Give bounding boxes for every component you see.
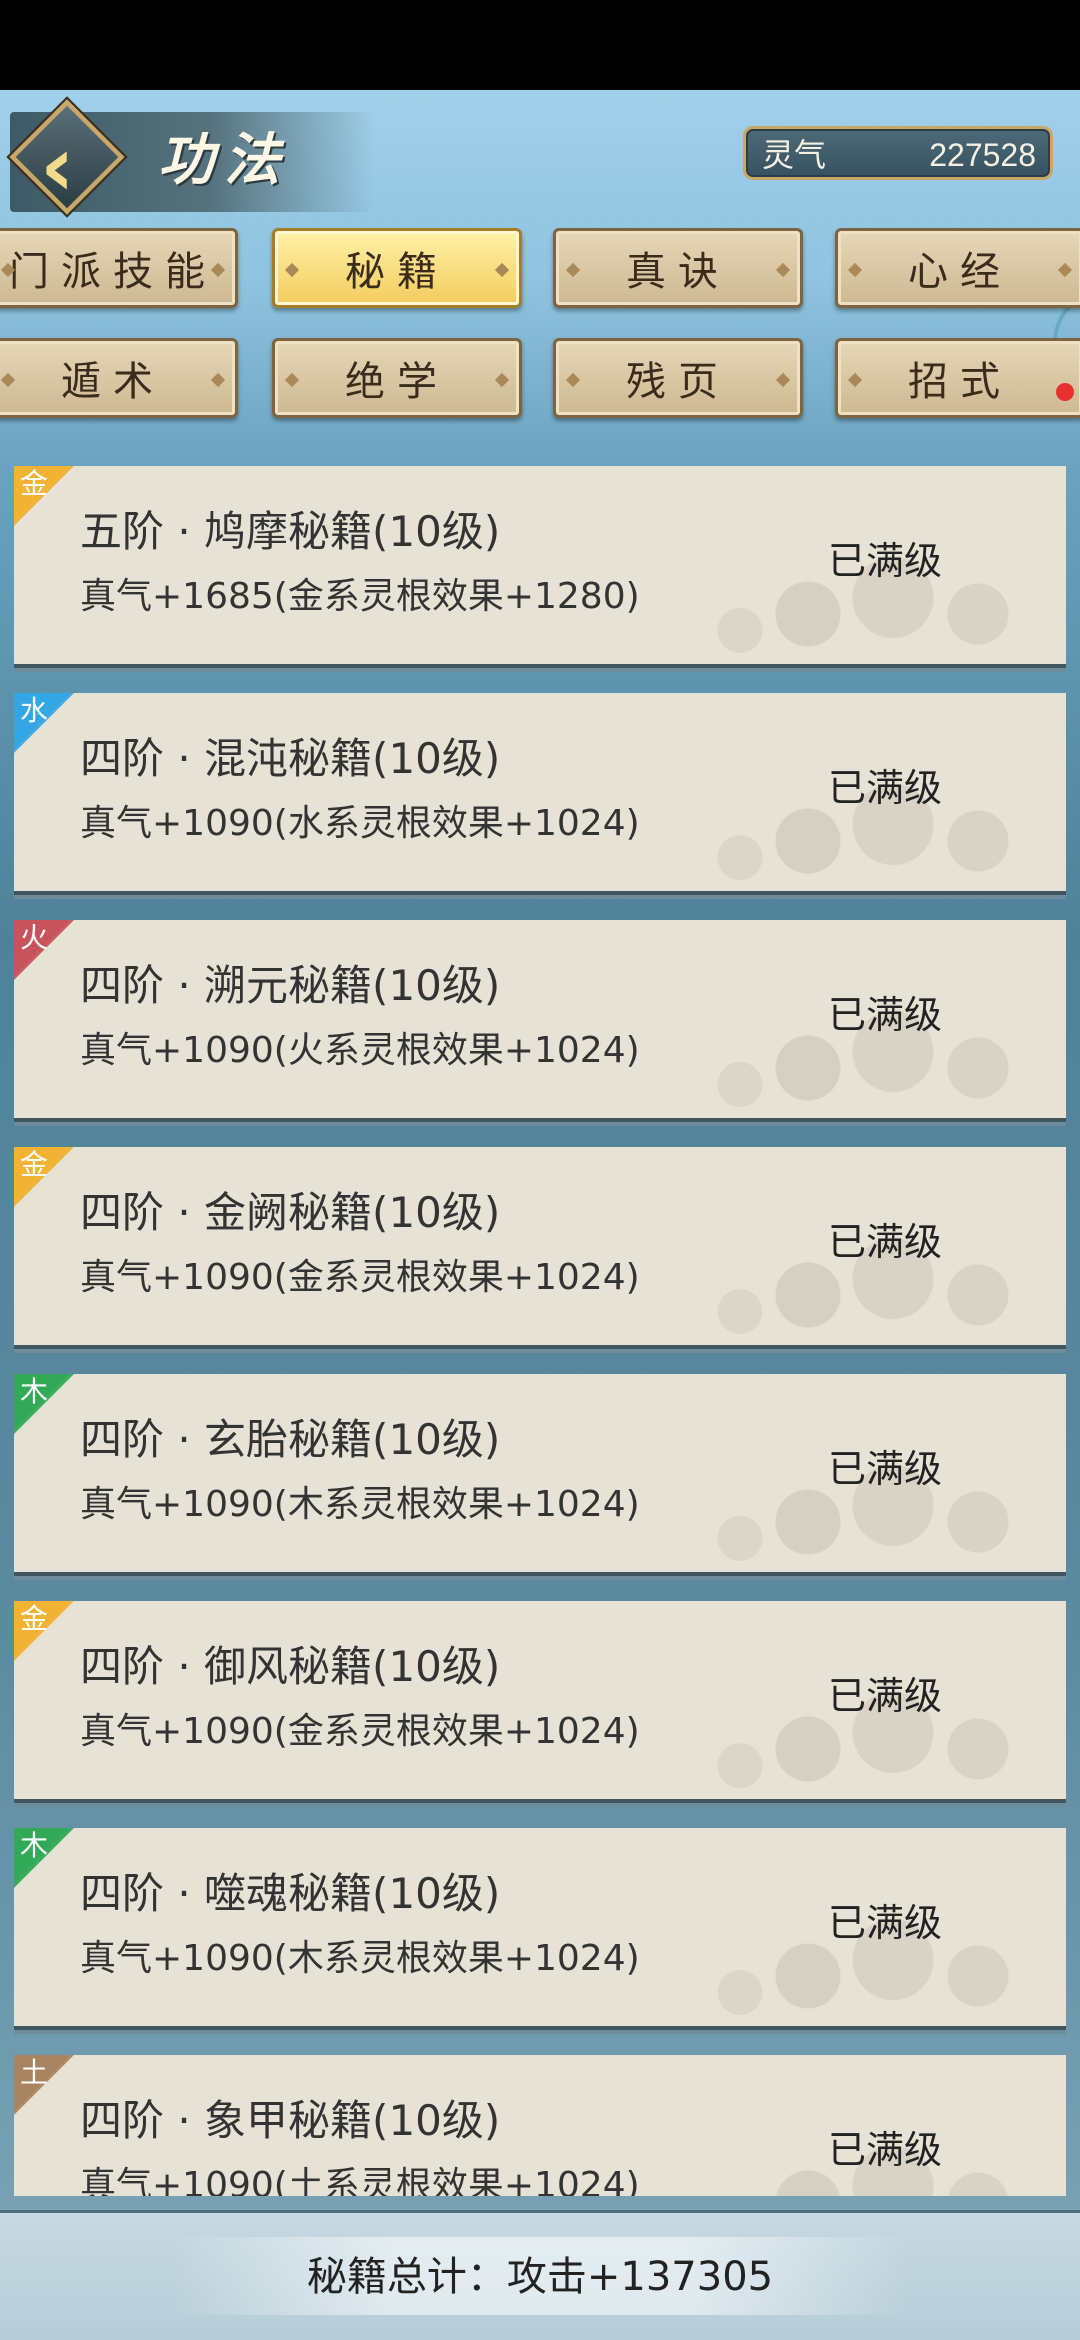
item-desc: 真气+1090(木系灵根效果+1024) xyxy=(80,1938,640,1979)
tab-label: 招式 xyxy=(908,359,1012,405)
list-item[interactable]: 金 四阶 · 金阙秘籍(10级) 真气+1090(金系灵根效果+1024) 已满… xyxy=(14,1147,1066,1349)
header: ‹ 功法 灵气 227528 xyxy=(0,90,1080,220)
list-item[interactable]: 木 四阶 · 噬魂秘籍(10级) 真气+1090(木系灵根效果+1024) 已满… xyxy=(14,1828,1066,2030)
item-desc: 真气+1090(金系灵根效果+1024) xyxy=(80,1257,640,1298)
tab-heart-sutra[interactable]: 心经 xyxy=(835,228,1080,308)
item-title: 四阶 · 金阙秘籍(10级) xyxy=(80,1188,501,1237)
page-title: 功法 xyxy=(158,127,290,193)
tab-label: 秘籍 xyxy=(345,249,449,295)
list-item[interactable]: 土 四阶 · 象甲秘籍(10级) 真气+1090(土系灵根效果+1024) 已满… xyxy=(14,2055,1066,2196)
item-status: 已满级 xyxy=(828,2128,943,2172)
item-title: 四阶 · 混沌秘籍(10级) xyxy=(80,734,501,783)
item-status: 已满级 xyxy=(828,539,943,583)
element-badge: 木 xyxy=(14,1374,74,1434)
tab-fragments[interactable]: 残页 xyxy=(553,338,803,418)
tab-label: 遁术 xyxy=(61,359,165,405)
item-desc: 真气+1090(火系灵根效果+1024) xyxy=(80,1030,640,1071)
item-status: 已满级 xyxy=(828,1220,943,1264)
item-title: 四阶 · 象甲秘籍(10级) xyxy=(80,2096,501,2145)
item-title: 四阶 · 御风秘籍(10级) xyxy=(80,1642,501,1691)
currency-value: 227528 xyxy=(929,137,1036,173)
secret-book-list[interactable]: 金 五阶 · 鸠摩秘籍(10级) 真气+1685(金系灵根效果+1280) 已满… xyxy=(0,466,1080,2196)
currency-display: 灵气 227528 xyxy=(743,126,1053,180)
item-status: 已满级 xyxy=(828,1447,943,1491)
tab-true-formula[interactable]: 真诀 xyxy=(553,228,803,308)
item-title: 四阶 · 溯元秘籍(10级) xyxy=(80,961,501,1010)
element-badge: 土 xyxy=(14,2055,74,2115)
item-title: 四阶 · 玄胎秘籍(10级) xyxy=(80,1415,501,1464)
list-item[interactable]: 金 五阶 · 鸠摩秘籍(10级) 真气+1685(金系灵根效果+1280) 已满… xyxy=(14,466,1066,668)
element-label: 水 xyxy=(20,694,49,727)
element-label: 金 xyxy=(20,1148,49,1181)
element-badge: 木 xyxy=(14,1828,74,1888)
chevron-left-icon[interactable]: ‹ xyxy=(40,124,98,208)
tab-label: 绝学 xyxy=(345,359,449,405)
tab-label: 真诀 xyxy=(626,249,730,295)
list-item[interactable]: 火 四阶 · 溯元秘籍(10级) 真气+1090(火系灵根效果+1024) 已满… xyxy=(14,920,1066,1122)
list-item[interactable]: 木 四阶 · 玄胎秘籍(10级) 真气+1090(木系灵根效果+1024) 已满… xyxy=(14,1374,1066,1576)
element-badge: 金 xyxy=(14,1601,74,1661)
tab-sect-skills[interactable]: 门派技能 xyxy=(0,228,238,308)
item-desc: 真气+1090(土系灵根效果+1024) xyxy=(80,2165,640,2196)
element-badge: 金 xyxy=(14,1147,74,1207)
list-item[interactable]: 金 四阶 · 御风秘籍(10级) 真气+1090(金系灵根效果+1024) 已满… xyxy=(14,1601,1066,1803)
tab-secret-books[interactable]: 秘籍 xyxy=(272,228,522,308)
item-title: 五阶 · 鸠摩秘籍(10级) xyxy=(80,507,501,556)
item-status: 已满级 xyxy=(828,993,943,1037)
item-status: 已满级 xyxy=(828,1901,943,1945)
item-desc: 真气+1090(木系灵根效果+1024) xyxy=(80,1484,640,1525)
element-label: 金 xyxy=(20,1602,49,1635)
total-summary: 秘籍总计：攻击+137305 xyxy=(306,2254,774,2300)
item-status: 已满级 xyxy=(828,1674,943,1718)
element-label: 火 xyxy=(20,921,49,954)
element-badge: 水 xyxy=(14,693,74,753)
element-label: 金 xyxy=(20,467,49,500)
item-desc: 真气+1685(金系灵根效果+1280) xyxy=(80,576,640,617)
list-item[interactable]: 水 四阶 · 混沌秘籍(10级) 真气+1090(水系灵根效果+1024) 已满… xyxy=(14,693,1066,895)
element-label: 土 xyxy=(20,2056,49,2089)
item-desc: 真气+1090(水系灵根效果+1024) xyxy=(80,803,640,844)
element-label: 木 xyxy=(20,1829,49,1862)
currency-label: 灵气 xyxy=(762,136,827,174)
element-label: 木 xyxy=(20,1375,49,1408)
tab-moves[interactable]: 招式 xyxy=(835,338,1080,418)
tab-label: 心经 xyxy=(908,249,1012,295)
item-title: 四阶 · 噬魂秘籍(10级) xyxy=(80,1869,501,1918)
element-badge: 金 xyxy=(14,466,74,526)
tab-escape-art[interactable]: 遁术 xyxy=(0,338,238,418)
item-desc: 真气+1090(金系灵根效果+1024) xyxy=(80,1711,640,1752)
status-bar xyxy=(0,0,1080,90)
tab-bar: 门派技能 秘籍 真诀 心经 遁术 绝学 残页 招式 xyxy=(0,228,1080,424)
footer: 秘籍总计：攻击+137305 xyxy=(0,2210,1080,2340)
item-status: 已满级 xyxy=(828,766,943,810)
tab-label: 门派技能 xyxy=(9,249,217,295)
notification-dot-icon xyxy=(1056,383,1074,401)
element-badge: 火 xyxy=(14,920,74,980)
tab-unique-skill[interactable]: 绝学 xyxy=(272,338,522,418)
tab-label: 残页 xyxy=(626,359,730,405)
